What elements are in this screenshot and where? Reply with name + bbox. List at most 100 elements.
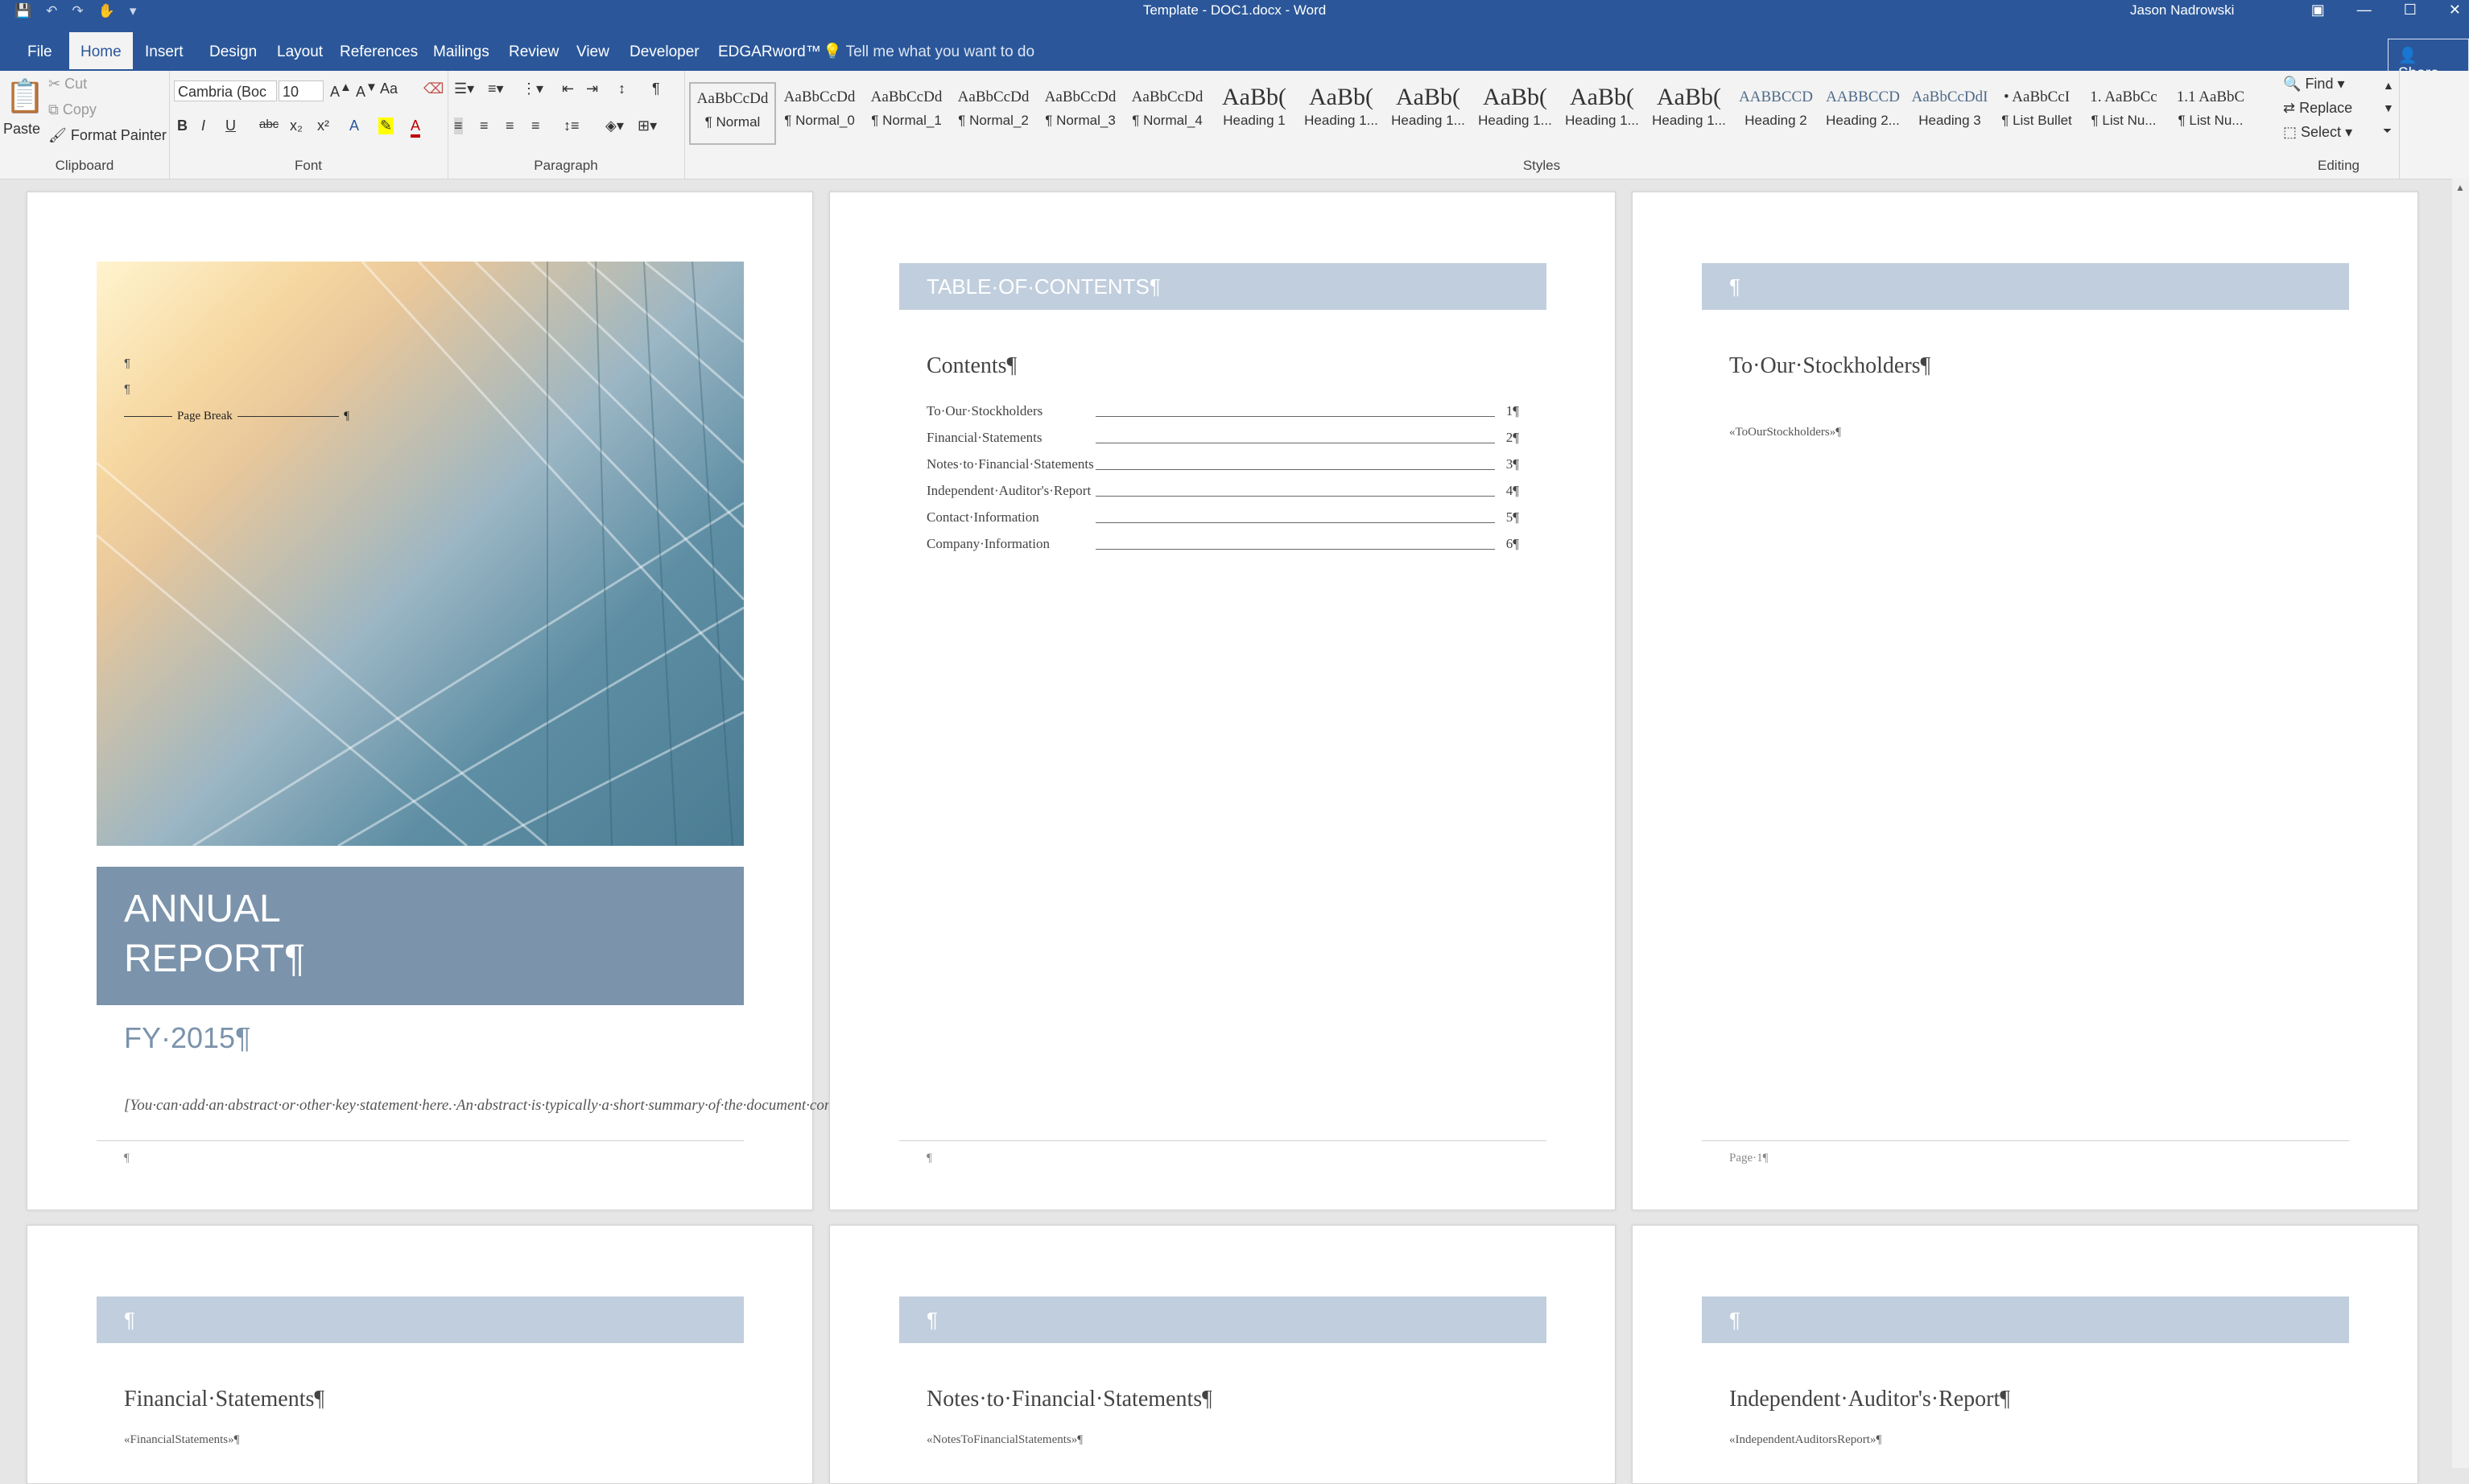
tab-insert[interactable]: Insert [135, 39, 193, 66]
style-item[interactable]: AaBbCcDd ¶ Normal_1 [863, 82, 950, 145]
tell-me-search[interactable]: 💡 Tell me what you want to do [823, 42, 1034, 61]
clear-formatting-icon[interactable]: ⌫ [423, 80, 444, 97]
line-spacing-icon[interactable]: ↕≡ [564, 117, 580, 134]
tab-references[interactable]: References [330, 39, 427, 66]
decrease-indent-icon[interactable]: ⇤ [562, 80, 574, 97]
tab-home[interactable]: Home [69, 32, 133, 69]
style-item[interactable]: AaBbCcDd ¶ Normal_2 [950, 82, 1037, 145]
copy-button[interactable]: ⧉ Copy [48, 101, 97, 118]
style-item[interactable]: AABBCCD Heading 2 [1732, 82, 1819, 145]
align-center-icon[interactable]: ≡ [480, 117, 489, 134]
justify-icon[interactable]: ≡ [531, 117, 540, 134]
vertical-scrollbar[interactable]: ▲ [2452, 179, 2469, 1468]
tab-edgarword[interactable]: EDGARword™ [708, 39, 831, 66]
minimize-icon[interactable]: — [2357, 2, 2372, 19]
notes-heading[interactable]: Notes·to·Financial·Statements¶ [927, 1387, 1212, 1412]
close-icon[interactable]: ✕ [2449, 2, 2461, 19]
tab-developer[interactable]: Developer [620, 39, 709, 66]
auditor-heading[interactable]: Independent·Auditor's·Report¶ [1729, 1387, 2010, 1412]
page-stockholders[interactable]: ¶ To·Our·Stockholders¶ «ToOurStockholder… [1632, 192, 2418, 1210]
font-name-combo[interactable]: Cambria (Boc [174, 80, 277, 101]
cut-button[interactable]: ✂ Cut [48, 76, 87, 93]
style-item[interactable]: AaBb(Heading 1 [1211, 82, 1298, 145]
page-cover[interactable]: ¶ ¶ Page Break ¶ ANNUAL REPORT¶ FY·2015¶… [27, 192, 873, 1210]
strikethrough-button[interactable]: abc [259, 117, 279, 131]
align-left-icon[interactable]: ≡ [454, 117, 463, 134]
toc-entry[interactable]: Financial·Statements 2¶ [927, 430, 1519, 449]
replace-button[interactable]: ⇄ Replace [2283, 100, 2352, 117]
merge-field-notes[interactable]: «NotesToFinancialStatements»¶ [927, 1433, 1083, 1447]
font-size-combo[interactable]: 10 [279, 80, 324, 101]
select-button[interactable]: ⬚ Select ▾ [2283, 124, 2352, 141]
bullets-icon[interactable]: ☰▾ [454, 80, 474, 97]
ribbon-display-icon[interactable]: ▣ [2311, 2, 2325, 19]
italic-button[interactable]: I [201, 117, 205, 134]
stockholders-heading[interactable]: To·Our·Stockholders¶ [1729, 353, 1930, 379]
page-table-of-contents[interactable]: TABLE·OF·CONTENTS¶ Contents¶ To·Our·Stoc… [829, 192, 1616, 1210]
show-marks-icon[interactable]: ¶ [652, 80, 660, 97]
subscript-button[interactable]: x₂ [290, 117, 303, 134]
merge-field-stockholders[interactable]: «ToOurStockholders»¶ [1729, 426, 1841, 439]
align-right-icon[interactable]: ≡ [506, 117, 514, 134]
style-item[interactable]: AaBb(Heading 1... [1298, 82, 1385, 145]
tab-review[interactable]: Review [499, 39, 568, 66]
style-item[interactable]: AaBb(Heading 1... [1645, 82, 1732, 145]
style-item[interactable]: 1.1 AaBbC ¶ List Nu... [2167, 82, 2254, 145]
numbering-icon[interactable]: ≡▾ [488, 80, 504, 97]
style-preview: AaBbCcDd [696, 90, 769, 107]
style-item[interactable]: • AaBbCcI ¶ List Bullet [1993, 82, 2080, 145]
shading-icon[interactable]: ◈▾ [605, 117, 624, 134]
paste-icon[interactable]: 📋 [5, 77, 45, 115]
superscript-button[interactable]: x² [317, 117, 329, 134]
style-item[interactable]: AABBCCD Heading 2... [1819, 82, 1906, 145]
toc-entry[interactable]: To·Our·Stockholders 1¶ [927, 403, 1519, 423]
cover-fiscal-year[interactable]: FY·2015¶ [124, 1021, 250, 1055]
change-case-button[interactable]: Aa [380, 80, 398, 97]
style-item[interactable]: AaBbCcDd ¶ Normal_0 [776, 82, 863, 145]
tab-mailings[interactable]: Mailings [423, 39, 499, 66]
tab-file[interactable]: File [18, 39, 62, 66]
toc-entry[interactable]: Independent·Auditor's·Report 4¶ [927, 483, 1519, 502]
user-name[interactable]: Jason Nadrowski [2130, 2, 2234, 19]
sort-icon[interactable]: ↕ [618, 80, 626, 97]
increase-indent-icon[interactable]: ⇥ [586, 80, 598, 97]
toc-entry[interactable]: Company·Information 6¶ [927, 536, 1519, 555]
tab-layout[interactable]: Layout [267, 39, 332, 66]
financial-statements-heading[interactable]: Financial·Statements¶ [124, 1387, 324, 1412]
style-item[interactable]: AaBbCcDd ¶ Normal [689, 82, 776, 145]
style-name: ¶ Normal_3 [1045, 113, 1116, 128]
scroll-up-icon[interactable]: ▲ [2455, 182, 2465, 193]
style-item[interactable]: AaBbCcDd ¶ Normal_4 [1124, 82, 1211, 145]
highlight-icon[interactable]: ✎ [378, 117, 394, 134]
contents-heading[interactable]: Contents¶ [927, 353, 1017, 379]
underline-button[interactable]: U [225, 117, 236, 134]
tab-view[interactable]: View [567, 39, 619, 66]
bold-button[interactable]: B [177, 117, 188, 134]
tab-design[interactable]: Design [200, 39, 266, 66]
page-auditor-report[interactable]: ¶ Independent·Auditor's·Report¶ «Indepen… [1632, 1225, 2418, 1484]
style-item[interactable]: AaBb(Heading 1... [1472, 82, 1559, 145]
text-effects-icon[interactable]: A [349, 117, 359, 134]
style-item[interactable]: AaBbCcDd ¶ Normal_3 [1037, 82, 1124, 145]
paste-button[interactable]: Paste [3, 121, 40, 138]
multilevel-list-icon[interactable]: ⋮▾ [522, 80, 543, 97]
format-painter-button[interactable]: 🖌 Format Painter [48, 127, 167, 144]
page-notes[interactable]: ¶ Notes·to·Financial·Statements¶ «NotesT… [829, 1225, 1616, 1484]
style-item[interactable]: 1. AaBbCc ¶ List Nu... [2080, 82, 2167, 145]
merge-field-auditor[interactable]: «IndependentAuditorsReport»¶ [1729, 1433, 1881, 1447]
cover-title[interactable]: ANNUAL REPORT¶ [124, 884, 305, 984]
style-item[interactable]: AaBb(Heading 1... [1385, 82, 1472, 145]
find-button[interactable]: 🔍 Find ▾ [2283, 76, 2345, 93]
borders-icon[interactable]: ⊞▾ [638, 117, 657, 134]
toc-entry[interactable]: Contact·Information 5¶ [927, 509, 1519, 529]
shrink-font-icon[interactable]: A▼ [356, 80, 378, 101]
cover-abstract[interactable]: [You·can·add·an·abstract·or·other·key·st… [124, 1095, 873, 1116]
toc-entry[interactable]: Notes·to·Financial·Statements 3¶ [927, 456, 1519, 476]
style-item[interactable]: AaBb(Heading 1... [1559, 82, 1645, 145]
font-color-icon[interactable]: A [411, 117, 421, 138]
grow-font-icon[interactable]: A▲ [330, 80, 352, 101]
page-financial-statements[interactable]: ¶ Financial·Statements¶ «FinancialStatem… [27, 1225, 813, 1484]
maximize-icon[interactable]: ☐ [2404, 2, 2417, 19]
style-item[interactable]: AaBbCcDdI Heading 3 [1906, 82, 1993, 145]
merge-field-financial[interactable]: «FinancialStatements»¶ [124, 1433, 239, 1447]
